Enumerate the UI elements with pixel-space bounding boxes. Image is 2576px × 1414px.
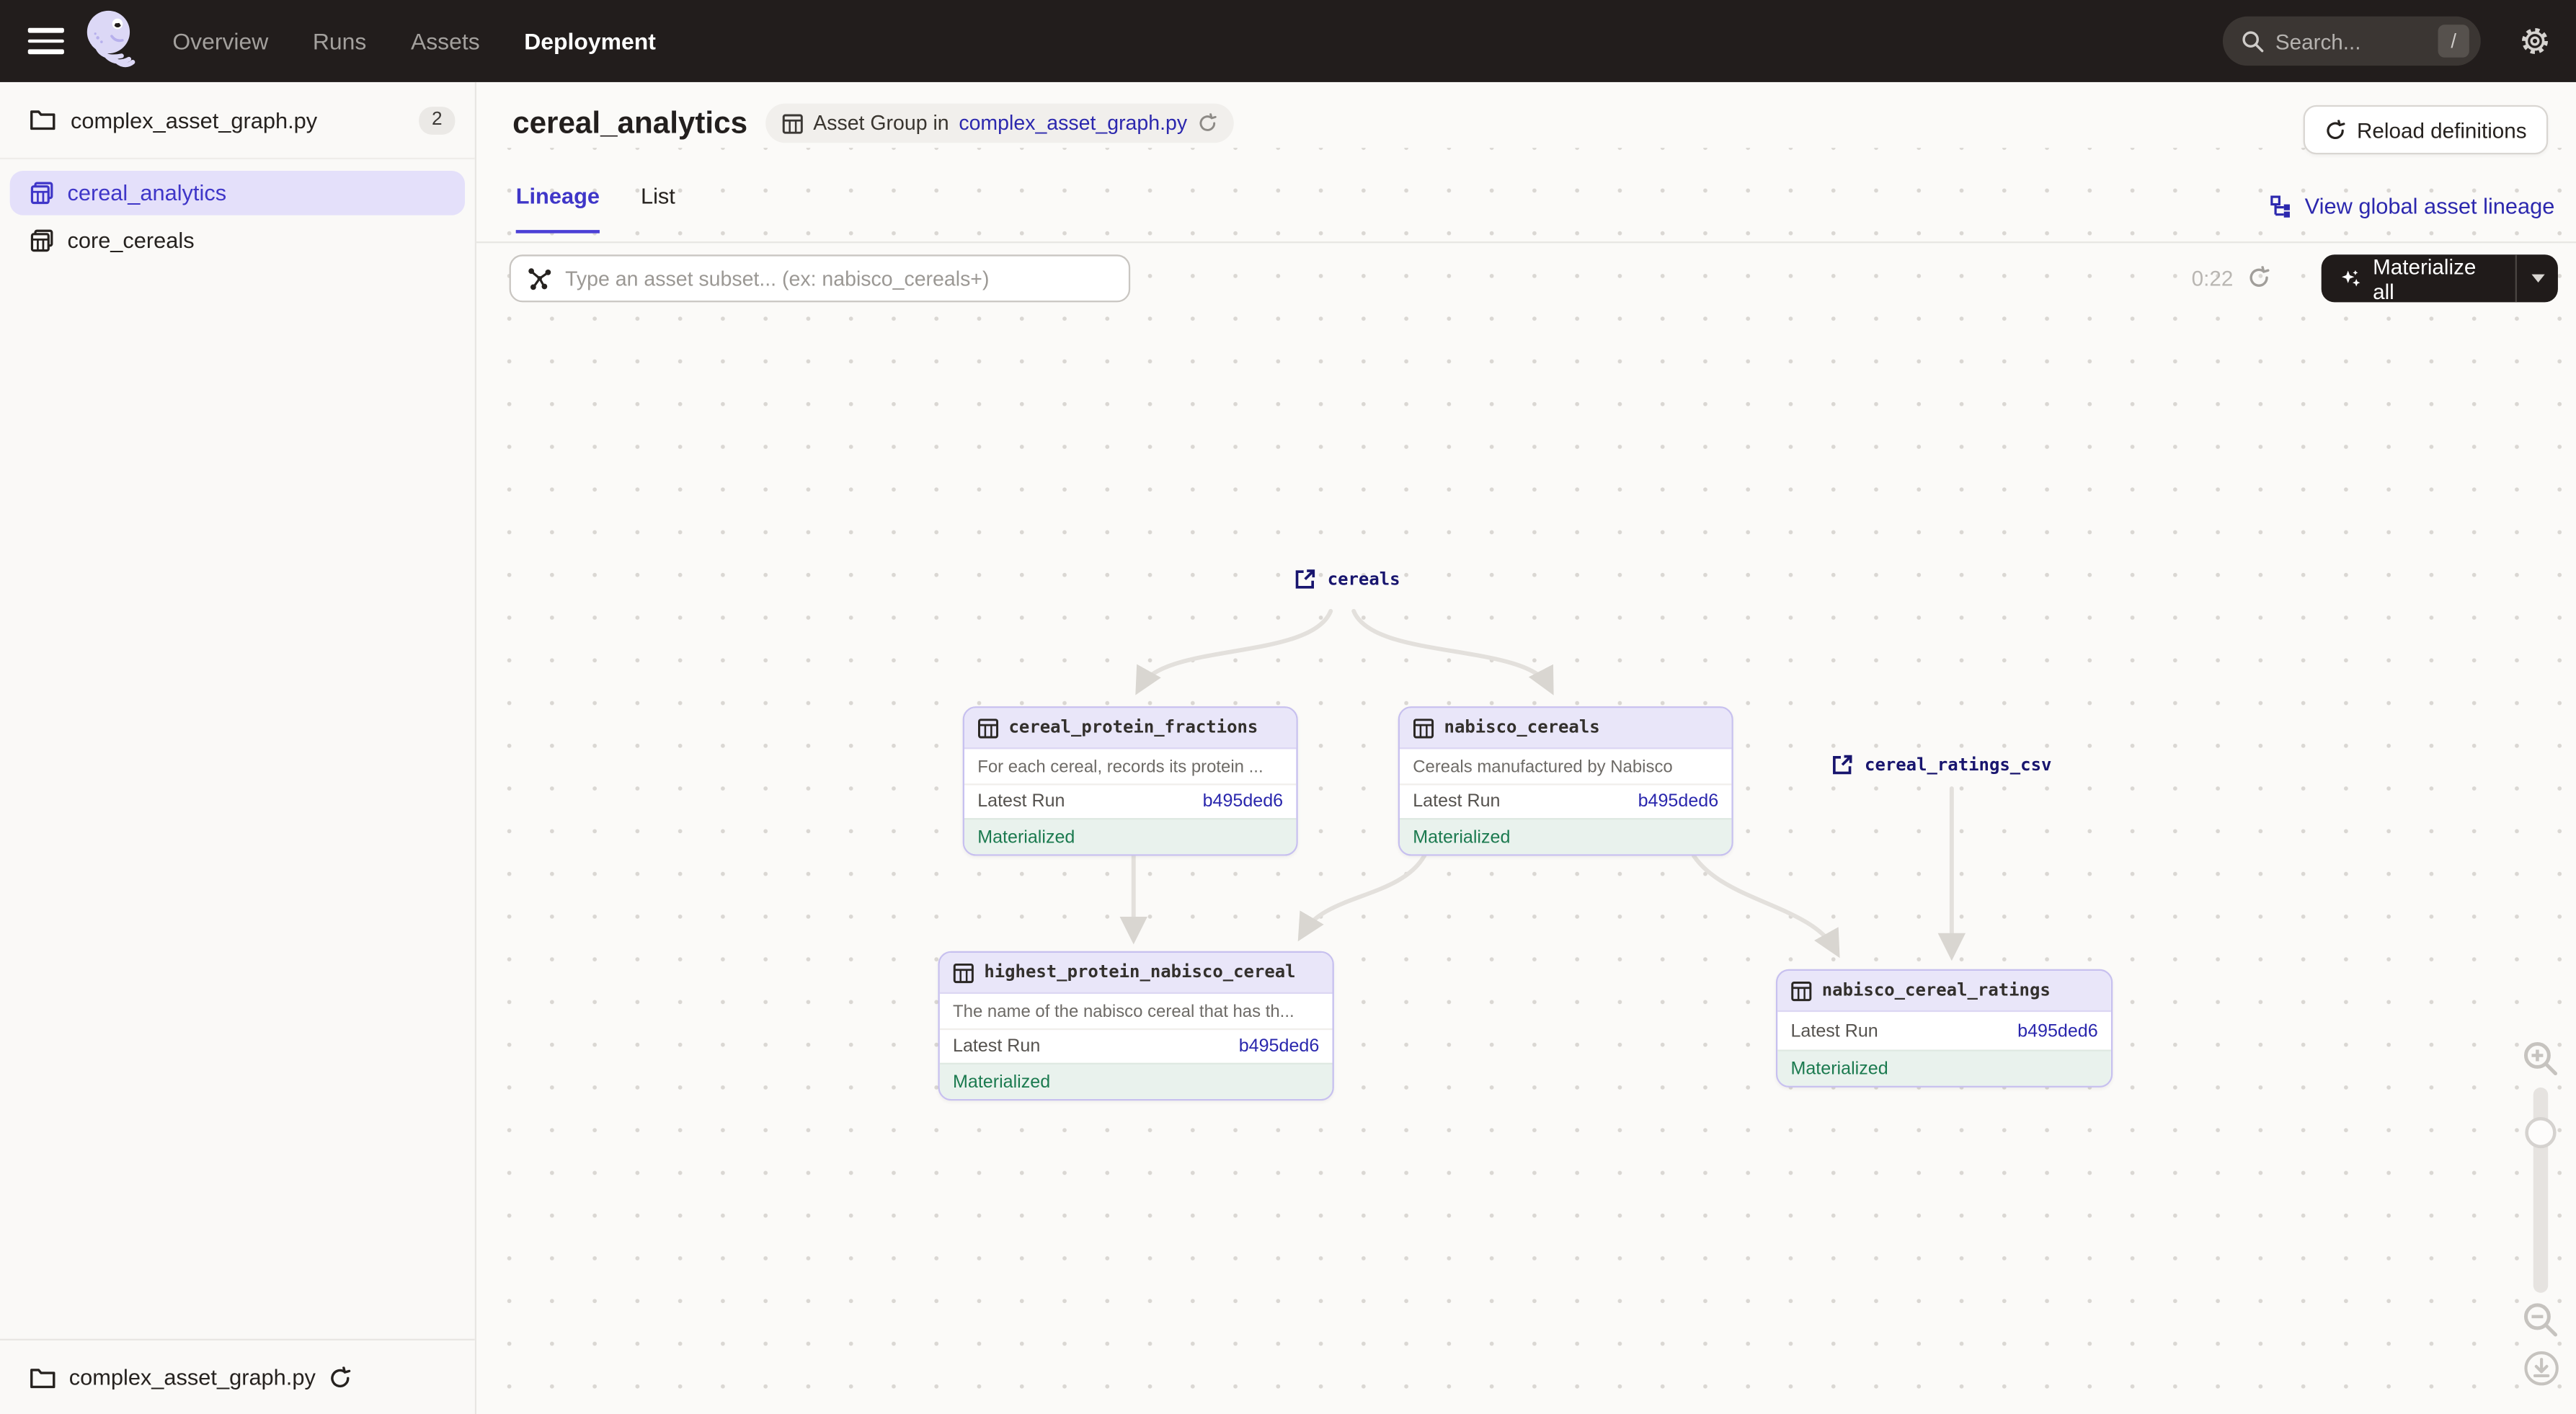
hamburger-menu-icon[interactable] — [28, 28, 64, 54]
asset-description: The name of the nabisco cereal that has … — [940, 994, 1333, 1028]
folder-icon — [30, 108, 55, 131]
table-icon — [782, 112, 804, 134]
sidebar-item-cereal-analytics[interactable]: cereal_analytics — [10, 171, 465, 215]
asset-description: Cereals manufactured by Nabisco — [1400, 749, 1731, 783]
materialized-status-badge: Materialized — [964, 818, 1296, 854]
refresh-icon[interactable] — [1197, 113, 1217, 133]
source-asset-label: cereal_ratings_csv — [1865, 755, 2051, 774]
sidebar-item-label: cereal_analytics — [67, 181, 226, 205]
asset-group-context-pill: Asset Group in complex_asset_graph.py — [765, 104, 1233, 143]
latest-run-label: Latest Run — [953, 1036, 1040, 1056]
main-area: cereal_analytics Asset Group in complex_… — [476, 82, 2576, 1414]
run-id-link[interactable]: b495ded6 — [1203, 792, 1284, 812]
settings-gear-icon[interactable] — [2520, 26, 2549, 63]
source-asset-cereal-ratings-csv[interactable]: cereal_ratings_csv — [1831, 754, 2051, 775]
nav-overview[interactable]: Overview — [172, 28, 268, 54]
chevron-down-icon — [2531, 275, 2544, 283]
asset-group-count-badge: 2 — [419, 106, 455, 134]
asset-group-icon — [30, 228, 54, 253]
reload-icon[interactable] — [329, 1366, 352, 1389]
lineage-tree-icon — [2270, 195, 2293, 218]
table-icon — [953, 962, 974, 984]
sidebar-module-row[interactable]: complex_asset_graph.py 2 — [0, 82, 475, 159]
refresh-countdown: 0:22 — [2192, 266, 2234, 290]
nav-deployment[interactable]: Deployment — [524, 28, 656, 54]
download-view-button[interactable] — [2523, 1351, 2559, 1395]
nav-assets[interactable]: Assets — [411, 28, 480, 54]
sidebar-footer: complex_asset_graph.py — [0, 1339, 475, 1414]
context-prefix: Asset Group in — [813, 112, 949, 135]
footer-module-name: complex_asset_graph.py — [69, 1365, 316, 1389]
materialized-status-badge: Materialized — [1777, 1049, 2111, 1085]
search-input[interactable] — [2275, 29, 2404, 53]
asset-name: highest_protein_nabisco_cereal — [984, 963, 1295, 982]
module-name: complex_asset_graph.py — [71, 107, 419, 132]
sidebar-item-label: core_cereals — [67, 228, 194, 253]
asset-name: nabisco_cereal_ratings — [1822, 981, 2051, 1000]
asset-subset-input[interactable] — [565, 267, 1091, 290]
run-id-link[interactable]: b495ded6 — [1239, 1036, 1320, 1056]
view-tabs: Lineage List — [516, 184, 675, 233]
run-id-link[interactable]: b495ded6 — [1638, 792, 1719, 812]
folder-icon — [30, 1366, 55, 1389]
page-title: cereal_analytics — [512, 105, 747, 141]
asset-subset-filter[interactable] — [510, 254, 1131, 302]
table-icon — [1413, 717, 1434, 739]
run-id-link[interactable]: b495ded6 — [2017, 1021, 2098, 1041]
source-asset-label: cereals — [1328, 569, 1400, 589]
asset-description: For each cereal, records its protein ... — [964, 749, 1296, 783]
app-window: Overview Runs Assets Deployment / — [0, 0, 2576, 1414]
asset-node-nabisco-cereal-ratings[interactable]: nabisco_cereal_ratings Latest Run b495de… — [1776, 969, 2113, 1088]
primary-nav: Overview Runs Assets Deployment — [172, 28, 656, 54]
zoom-slider-handle[interactable] — [2525, 1117, 2556, 1148]
latest-run-label: Latest Run — [1790, 1021, 1878, 1041]
tab-list[interactable]: List — [641, 184, 675, 233]
zoom-in-button[interactable] — [2522, 1040, 2559, 1086]
tabs-divider — [476, 241, 2576, 243]
external-link-icon — [1831, 754, 1853, 775]
asset-node-cereal-protein-fractions[interactable]: cereal_protein_fractions For each cereal… — [963, 706, 1298, 855]
asset-node-highest-protein-nabisco-cereal[interactable]: highest_protein_nabisco_cereal The name … — [938, 951, 1333, 1100]
reload-definitions-button[interactable]: Reload definitions — [2303, 105, 2548, 154]
refresh-icon[interactable] — [2247, 266, 2270, 297]
global-search[interactable]: / — [2223, 17, 2481, 66]
materialize-all-split-button: Materialize all — [2322, 254, 2558, 302]
search-icon — [2241, 30, 2264, 53]
context-module-link[interactable]: complex_asset_graph.py — [959, 112, 1187, 135]
dagster-logo-icon[interactable] — [77, 4, 143, 79]
materialize-all-button[interactable]: Materialize all — [2322, 254, 2515, 303]
reload-icon — [2324, 119, 2345, 141]
asset-name: nabisco_cereals — [1444, 718, 1600, 737]
materialized-status-badge: Materialized — [940, 1063, 1333, 1099]
search-shortcut-key: / — [2438, 25, 2469, 58]
materialized-status-badge: Materialized — [1400, 818, 1731, 854]
reload-definitions-label: Reload definitions — [2357, 117, 2527, 142]
tab-lineage[interactable]: Lineage — [516, 184, 600, 233]
table-icon — [977, 717, 999, 739]
asset-node-nabisco-cereals[interactable]: nabisco_cereals Cereals manufactured by … — [1398, 706, 1733, 855]
latest-run-label: Latest Run — [977, 792, 1065, 812]
top-nav: Overview Runs Assets Deployment / — [0, 0, 2576, 82]
source-asset-cereals[interactable]: cereals — [1294, 569, 1400, 590]
table-icon — [1790, 980, 1812, 1002]
global-lineage-label: View global asset lineage — [2305, 194, 2555, 218]
zoom-out-button[interactable] — [2522, 1301, 2559, 1347]
asset-graph-filter-icon — [528, 266, 552, 290]
latest-run-label: Latest Run — [1413, 792, 1500, 812]
sparkles-icon — [2340, 267, 2361, 290]
left-sidebar: complex_asset_graph.py 2 cereal_analytic… — [0, 82, 476, 1414]
asset-name: cereal_protein_fractions — [1009, 718, 1258, 737]
sidebar-item-core-cereals[interactable]: core_cereals — [10, 218, 465, 263]
asset-group-icon — [30, 181, 54, 205]
external-link-icon — [1294, 569, 1316, 590]
nav-runs[interactable]: Runs — [313, 28, 367, 54]
materialize-all-label: Materialize all — [2373, 254, 2497, 303]
view-global-asset-lineage-link[interactable]: View global asset lineage — [2270, 194, 2555, 218]
materialize-options-dropdown[interactable] — [2517, 275, 2558, 283]
